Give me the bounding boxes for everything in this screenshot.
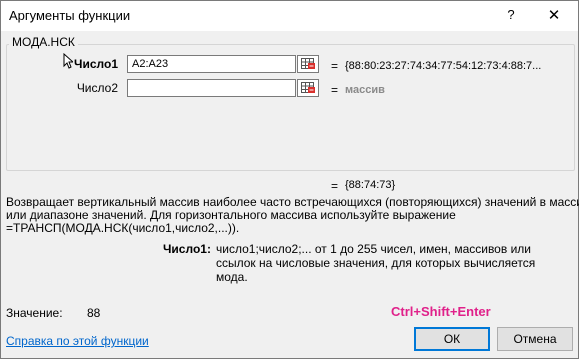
arg2-result: массив bbox=[345, 84, 385, 96]
function-arguments-dialog: Аргументы функции ? ✕ МОДА.НСК Число1 = … bbox=[0, 0, 579, 359]
help-icon[interactable]: ? bbox=[503, 7, 519, 23]
arg1-equals: = bbox=[331, 59, 339, 73]
function-name: МОДА.НСК bbox=[9, 35, 78, 49]
arg1-input[interactable] bbox=[127, 55, 296, 73]
arg-help-name: Число1: bbox=[163, 242, 211, 256]
cancel-button[interactable]: Отмена bbox=[497, 327, 573, 351]
arg-help-text: число1;число2;... от 1 до 255 чисел, име… bbox=[216, 242, 536, 284]
arg2-range-select-button[interactable] bbox=[297, 79, 319, 97]
range-select-icon bbox=[301, 82, 315, 93]
close-icon[interactable]: ✕ bbox=[546, 6, 562, 24]
arg2-equals: = bbox=[331, 83, 339, 97]
arg1-label: Число1 bbox=[74, 57, 118, 71]
arg1-result: {88:80:23:27:74:34:77:54:12:73:4:88:7... bbox=[345, 60, 542, 72]
value-number: 88 bbox=[87, 306, 101, 320]
result-equals: = bbox=[331, 179, 339, 193]
function-help-link[interactable]: Справка по этой функции bbox=[6, 334, 149, 348]
value-label: Значение: bbox=[6, 306, 63, 320]
formula-result: {88:74:73} bbox=[345, 179, 396, 191]
ok-button[interactable]: ОК bbox=[414, 327, 490, 351]
arg2-label: Число2 bbox=[76, 81, 118, 95]
dialog-title: Аргументы функции bbox=[9, 8, 131, 23]
function-description: Возвращает вертикальный массив наиболее … bbox=[6, 196, 579, 235]
arg1-range-select-button[interactable] bbox=[297, 55, 319, 73]
range-select-icon bbox=[301, 58, 315, 69]
array-hotkey-hint: Ctrl+Shift+Enter bbox=[391, 304, 491, 319]
arg2-input[interactable] bbox=[127, 79, 296, 97]
description-line: =ТРАНСП(МОДА.НСК(число1,число2,...)). bbox=[6, 221, 240, 235]
title-bar: Аргументы функции ? ✕ bbox=[1, 1, 578, 31]
